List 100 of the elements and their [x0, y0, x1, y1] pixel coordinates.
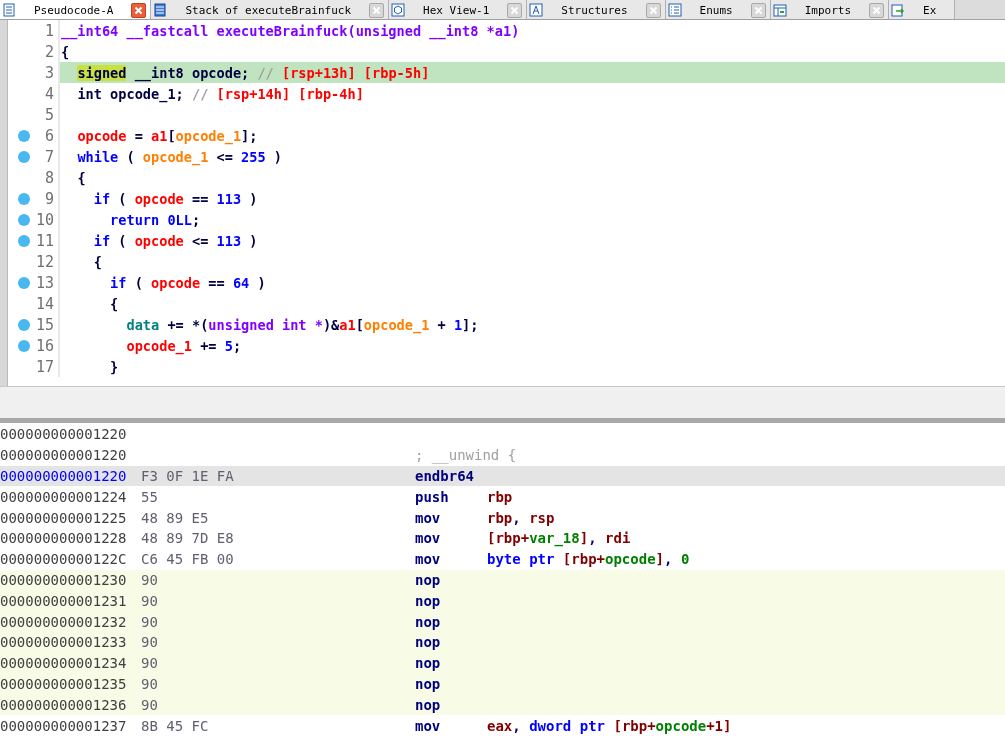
code-line: {	[60, 42, 71, 62]
breakpoint-dot-icon[interactable]	[18, 339, 30, 352]
opcode-bytes: 90	[141, 571, 158, 588]
line-number: 4	[44, 84, 54, 103]
opcode-bytes: 90	[141, 592, 158, 609]
tab[interactable]: Stack of executeBrainfuck	[151, 0, 390, 19]
close-button[interactable]	[131, 2, 147, 18]
close-icon	[648, 5, 658, 15]
code-line: }	[109, 357, 120, 377]
export-icon	[891, 3, 905, 17]
breakpoint-dot-icon[interactable]	[18, 192, 30, 205]
breakpoint-dot-icon[interactable]	[18, 129, 30, 142]
code-line: {	[92, 252, 103, 272]
breakpoint-dot-icon[interactable]	[18, 150, 30, 163]
mnemonic: push	[415, 488, 450, 505]
address: 000000000001236	[0, 696, 127, 713]
code-line: if ( opcode == 64 )	[109, 273, 267, 293]
mnemonic: nop	[415, 655, 442, 672]
line-number: 12	[35, 252, 54, 271]
disassembly-row[interactable]: 000000000001224 55 push rbp	[0, 486, 1005, 508]
disassembly-row[interactable]: 000000000001236 90 nop	[0, 694, 1005, 716]
operands: rbp	[487, 488, 513, 505]
code-line: return 0LL;	[109, 210, 202, 230]
disassembly-row[interactable]: 000000000001234 90 nop	[0, 652, 1005, 674]
opcode-bytes: 48 89 7D E8	[141, 530, 234, 547]
disassembly-row[interactable]: 000000000001231 90 nop	[0, 590, 1005, 612]
disassembly-row[interactable]: 000000000001220	[0, 424, 1005, 445]
disassembly-row[interactable]: 000000000001233 90 nop	[0, 631, 1005, 653]
close-button[interactable]	[869, 2, 884, 18]
close-button[interactable]	[507, 2, 523, 18]
disassembly-row[interactable]: 000000000001228 48 89 7D E8 mov [rbp+var_18], rdi	[0, 528, 1005, 549]
comment: ; __unwind {	[415, 447, 517, 464]
line-number: 14	[35, 294, 54, 313]
close-button[interactable]	[750, 2, 766, 18]
address: 000000000001232	[0, 613, 127, 630]
opcode-bytes: 90	[141, 696, 158, 713]
breakpoint-dot-icon[interactable]	[18, 213, 30, 226]
tab[interactable]: Pseudocode-A	[0, 0, 152, 19]
line-number: 9	[44, 189, 54, 208]
disassembly-row[interactable]: 000000000001230 90 nop	[0, 569, 1005, 591]
mnemonic: nop	[415, 675, 442, 692]
close-icon	[872, 5, 881, 15]
disassembly-row[interactable]: 000000000001225 48 89 E5 mov rbp, rsp	[0, 507, 1005, 528]
breakpoint-dot-icon[interactable]	[18, 318, 30, 331]
import-icon	[772, 3, 787, 17]
close-button[interactable]	[645, 2, 661, 18]
tab[interactable]: Imports	[770, 0, 889, 19]
close-button[interactable]	[369, 2, 385, 18]
line-number: 3	[44, 63, 54, 82]
tab[interactable]: Structures	[527, 0, 666, 19]
line-number: 11	[35, 231, 54, 250]
disassembly-row[interactable]: 000000000001235 90 nop	[0, 673, 1005, 695]
opcode-bytes: 90	[141, 613, 158, 630]
opcode-bytes: 90	[141, 655, 158, 672]
line-number: 7	[44, 147, 54, 166]
opcode-bytes: 48 89 E5	[141, 509, 209, 526]
list-icon	[667, 3, 682, 17]
address: 000000000001234	[0, 655, 127, 672]
tab[interactable]: Enums	[665, 0, 771, 19]
code-line: opcode = a1[opcode_1];	[76, 126, 259, 146]
address: 000000000001237	[0, 717, 127, 734]
line-number: 2	[44, 42, 54, 61]
code-line: data += *(unsigned int *)&a1[opcode_1 + 1];	[125, 315, 480, 335]
code-line: while ( opcode_1 <= 255 )	[76, 147, 284, 167]
mnemonic: nop	[415, 571, 442, 588]
close-icon	[510, 5, 520, 15]
code-line: if ( opcode <= 113 )	[92, 231, 259, 251]
line-number: 6	[44, 126, 54, 145]
tab[interactable]: Hex View-1	[389, 0, 528, 19]
address: 000000000001230	[0, 571, 127, 588]
mnemonic: mov	[415, 530, 442, 547]
close-icon	[372, 5, 382, 15]
disassembly-row[interactable]: 000000000001220 ; __unwind {	[0, 444, 1005, 466]
mnemonic: mov	[415, 717, 442, 734]
tab[interactable]: Ex	[889, 0, 956, 19]
opcode-bytes: 8B 45 FC	[141, 717, 209, 734]
code-line: __int64 __fastcall executeBrainfuck(unsigned __int8 *a1)	[60, 21, 521, 41]
disassembly-row[interactable]: 000000000001232 90 nop	[0, 611, 1005, 632]
address: 00000000000122C	[0, 551, 127, 568]
operands: rbp, rsp	[487, 509, 555, 526]
opcode-bytes: C6 45 FB 00	[141, 551, 234, 568]
address: 000000000001231	[0, 592, 127, 609]
opcode-bytes: 90	[141, 675, 158, 692]
disassembly-row[interactable]: 00000000000122C C6 45 FB 00 mov byte ptr [rbp+opcode], 0	[0, 548, 1005, 570]
disassembly-row[interactable]: 000000000001237 8B 45 FC mov eax, dword ptr [rbp+opcode+1]	[0, 715, 1005, 736]
operands: byte ptr [rbp+opcode], 0	[487, 551, 690, 568]
breakpoint-dot-icon[interactable]	[18, 276, 30, 289]
disassembly-row[interactable]: 000000000001220 F3 0F 1E FA endbr64	[0, 465, 1005, 487]
address: 000000000001220	[0, 447, 127, 464]
operands: eax, dword ptr [rbp+opcode+1]	[487, 717, 732, 734]
mnemonic: mov	[415, 509, 442, 526]
breakpoint-dot-icon[interactable]	[18, 234, 30, 247]
code-line: {	[109, 294, 120, 314]
line-number: 8	[44, 168, 54, 187]
opcode-bytes: F3 0F 1E FA	[141, 468, 234, 484]
mnemonic: nop	[415, 696, 442, 713]
mnemonic: mov	[415, 551, 442, 568]
address: 000000000001224	[0, 488, 127, 505]
mnemonic: nop	[415, 613, 442, 630]
address: 000000000001225	[0, 509, 127, 526]
